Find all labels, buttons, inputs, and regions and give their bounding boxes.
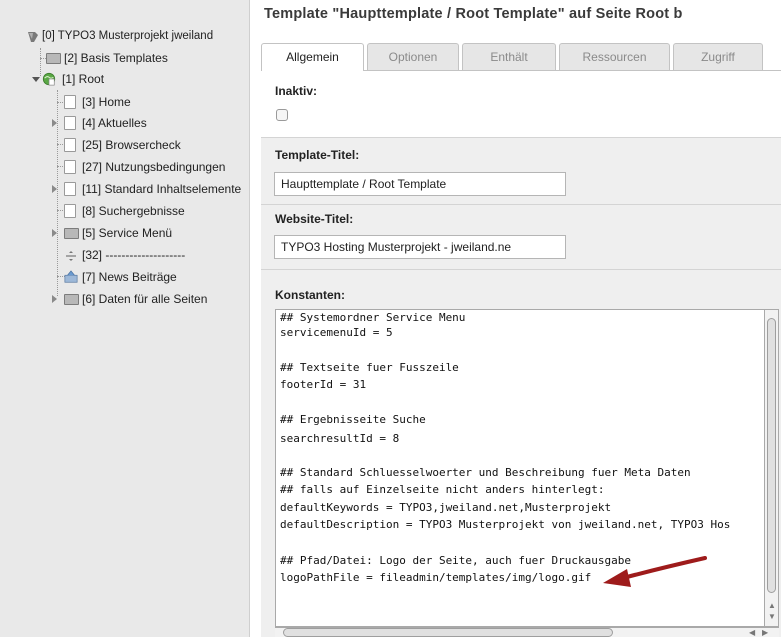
page-icon: [64, 160, 76, 174]
news-folder-icon: [64, 270, 78, 283]
code-line: ## Systemordner Service Menu: [280, 311, 466, 324]
annotation-arrow-icon: [603, 556, 707, 587]
inaktiv-section: [261, 71, 781, 137]
expand-right-icon[interactable]: [52, 119, 57, 127]
tab-optionen[interactable]: Optionen: [367, 43, 459, 70]
code-line: searchresultId = 8: [280, 432, 400, 445]
expand-right-icon[interactable]: [52, 295, 57, 303]
tree-node-label: [0] TYPO3 Musterprojekt jweiland: [42, 30, 214, 42]
code-line: ## Textseite fuer Fusszeile: [280, 361, 459, 374]
vertical-scrollbar[interactable]: ▲ ▼: [765, 309, 779, 627]
code-line: servicemenuId = 5: [280, 326, 393, 339]
scroll-down-icon[interactable]: ▼: [768, 613, 776, 621]
code-line: ## Standard Schluesselwoerter und Beschr…: [280, 466, 691, 479]
code-line: ## Pfad/Datei: Logo der Seite, auch fuer…: [280, 554, 631, 567]
page-icon: [64, 204, 76, 218]
tab-ressourcen[interactable]: Ressourcen: [559, 43, 670, 70]
inaktiv-checkbox[interactable]: [276, 109, 288, 121]
code-line: ## Ergebnisseite Suche: [280, 413, 426, 426]
tree-connector: [40, 48, 41, 76]
typo3-logo-icon: [28, 32, 38, 42]
inaktiv-label: Inaktiv:: [275, 84, 318, 98]
globe-icon: [42, 72, 56, 86]
tab-zugriff[interactable]: Zugriff: [673, 43, 763, 70]
expand-right-icon[interactable]: [52, 229, 57, 237]
page-icon: [64, 95, 76, 109]
folder-icon: [46, 53, 61, 64]
code-line: ## falls auf Einzelseite nicht anders hi…: [280, 483, 605, 496]
expand-down-icon[interactable]: [32, 77, 40, 82]
tree-node-label: [5] Service Menü: [82, 226, 173, 240]
tree-node-label: [7] News Beiträge: [82, 270, 177, 284]
tree-node-label: [25] Browsercheck: [82, 138, 181, 152]
tree-node-label: [3] Home: [82, 95, 131, 109]
code-line: defaultDescription = TYPO3 Musterprojekt…: [280, 518, 731, 531]
tree-node-standard-inhaltselemente[interactable]: [11] Standard Inhaltselemente: [52, 179, 250, 199]
template-title-label: Template-Titel:: [275, 148, 360, 162]
template-title-input[interactable]: Haupttemplate / Root Template: [274, 172, 566, 196]
scrollbar-thumb[interactable]: [767, 318, 776, 593]
tab-allgemein[interactable]: Allgemein: [261, 43, 364, 71]
scroll-right-icon[interactable]: ▶: [762, 629, 768, 637]
divider-icon: [66, 251, 76, 261]
website-title-input[interactable]: TYPO3 Hosting Musterprojekt - jweiland.n…: [274, 235, 566, 259]
tab-enthaelt[interactable]: Enthält: [462, 43, 556, 70]
scroll-left-icon[interactable]: ◀: [749, 629, 755, 637]
page-title: Template "Haupttemplate / Root Template"…: [264, 6, 683, 22]
shortcut-page-icon: [64, 182, 76, 196]
page-tree: [0] TYPO3 Musterprojekt jweiland [2] Bas…: [0, 0, 250, 637]
tree-node-label: [11] Standard Inhaltselemente: [82, 182, 242, 196]
scroll-up-icon[interactable]: ▲: [768, 602, 776, 610]
website-title-label: Website-Titel:: [275, 212, 354, 226]
tree-node-label: [4] Aktuelles: [82, 116, 147, 130]
folder-icon: [64, 228, 79, 239]
tree-node-label: [8] Suchergebnisse: [82, 204, 185, 218]
constants-editor[interactable]: ## Systemordner Service Menu servicemenu…: [275, 309, 765, 627]
tree-node-label: [6] Daten für alle Seiten: [82, 292, 208, 306]
tree-node-label: [27] Nutzungsbedingungen: [82, 160, 226, 174]
code-line: footerId = 31: [280, 378, 367, 391]
code-line: defaultKeywords = TYPO3,jweiland.net,Mus…: [280, 501, 612, 514]
expand-right-icon[interactable]: [52, 185, 57, 193]
tree-node-label: [2] Basis Templates: [64, 51, 168, 65]
tree-node-label: [32] --------------------: [82, 248, 186, 262]
horizontal-scrollbar[interactable]: ◀ ▶: [275, 627, 779, 637]
folder-icon: [64, 294, 79, 305]
tree-node-label: [1] Root: [62, 72, 105, 86]
constants-label: Konstanten:: [275, 288, 345, 302]
scrollbar-thumb[interactable]: [283, 628, 613, 637]
code-line: logoPathFile = fileadmin/templates/img/l…: [280, 571, 592, 584]
page-icon: [64, 138, 76, 152]
page-icon: [64, 116, 76, 130]
